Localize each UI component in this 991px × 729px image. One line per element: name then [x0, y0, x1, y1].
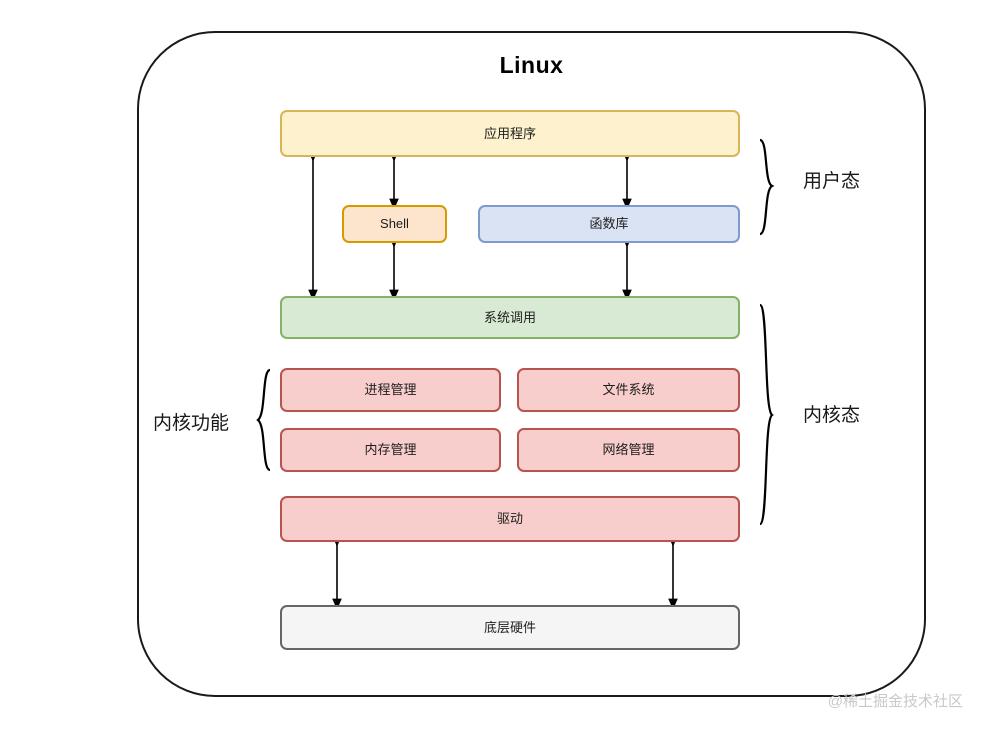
- node-hardware[interactable]: 底层硬件: [280, 605, 740, 650]
- node-application-label: 应用程序: [483, 125, 536, 141]
- node-network-management-label: 网络管理: [602, 442, 655, 458]
- node-syscall[interactable]: 系统调用: [280, 296, 740, 339]
- watermark: @稀土掘金技术社区: [827, 693, 963, 710]
- node-network-management[interactable]: 网络管理: [517, 428, 740, 472]
- label-kernel-mode: 内核态: [803, 405, 861, 426]
- label-kernel-functions: 内核功能: [153, 413, 230, 434]
- node-library[interactable]: 函数库: [478, 205, 740, 243]
- node-application[interactable]: 应用程序: [280, 110, 740, 157]
- node-hardware-label: 底层硬件: [483, 619, 536, 635]
- diagram-canvas: Linux 应用程序 Shell 函数库 系统调用 进程管理 文件系统 内存管理…: [0, 0, 991, 729]
- node-memory-management-label: 内存管理: [364, 442, 417, 458]
- node-process-management-label: 进程管理: [364, 382, 417, 398]
- node-syscall-label: 系统调用: [483, 309, 536, 325]
- diagram-title: Linux: [499, 52, 564, 78]
- node-driver-label: 驱动: [496, 511, 523, 527]
- node-memory-management[interactable]: 内存管理: [280, 428, 501, 472]
- node-file-system-label: 文件系统: [602, 382, 655, 398]
- node-file-system[interactable]: 文件系统: [517, 368, 740, 412]
- node-process-management[interactable]: 进程管理: [280, 368, 501, 412]
- node-shell-label: Shell: [380, 216, 409, 232]
- node-driver[interactable]: 驱动: [280, 496, 740, 542]
- label-user-mode: 用户态: [803, 171, 861, 192]
- node-shell[interactable]: Shell: [342, 205, 447, 243]
- node-library-label: 函数库: [589, 216, 629, 232]
